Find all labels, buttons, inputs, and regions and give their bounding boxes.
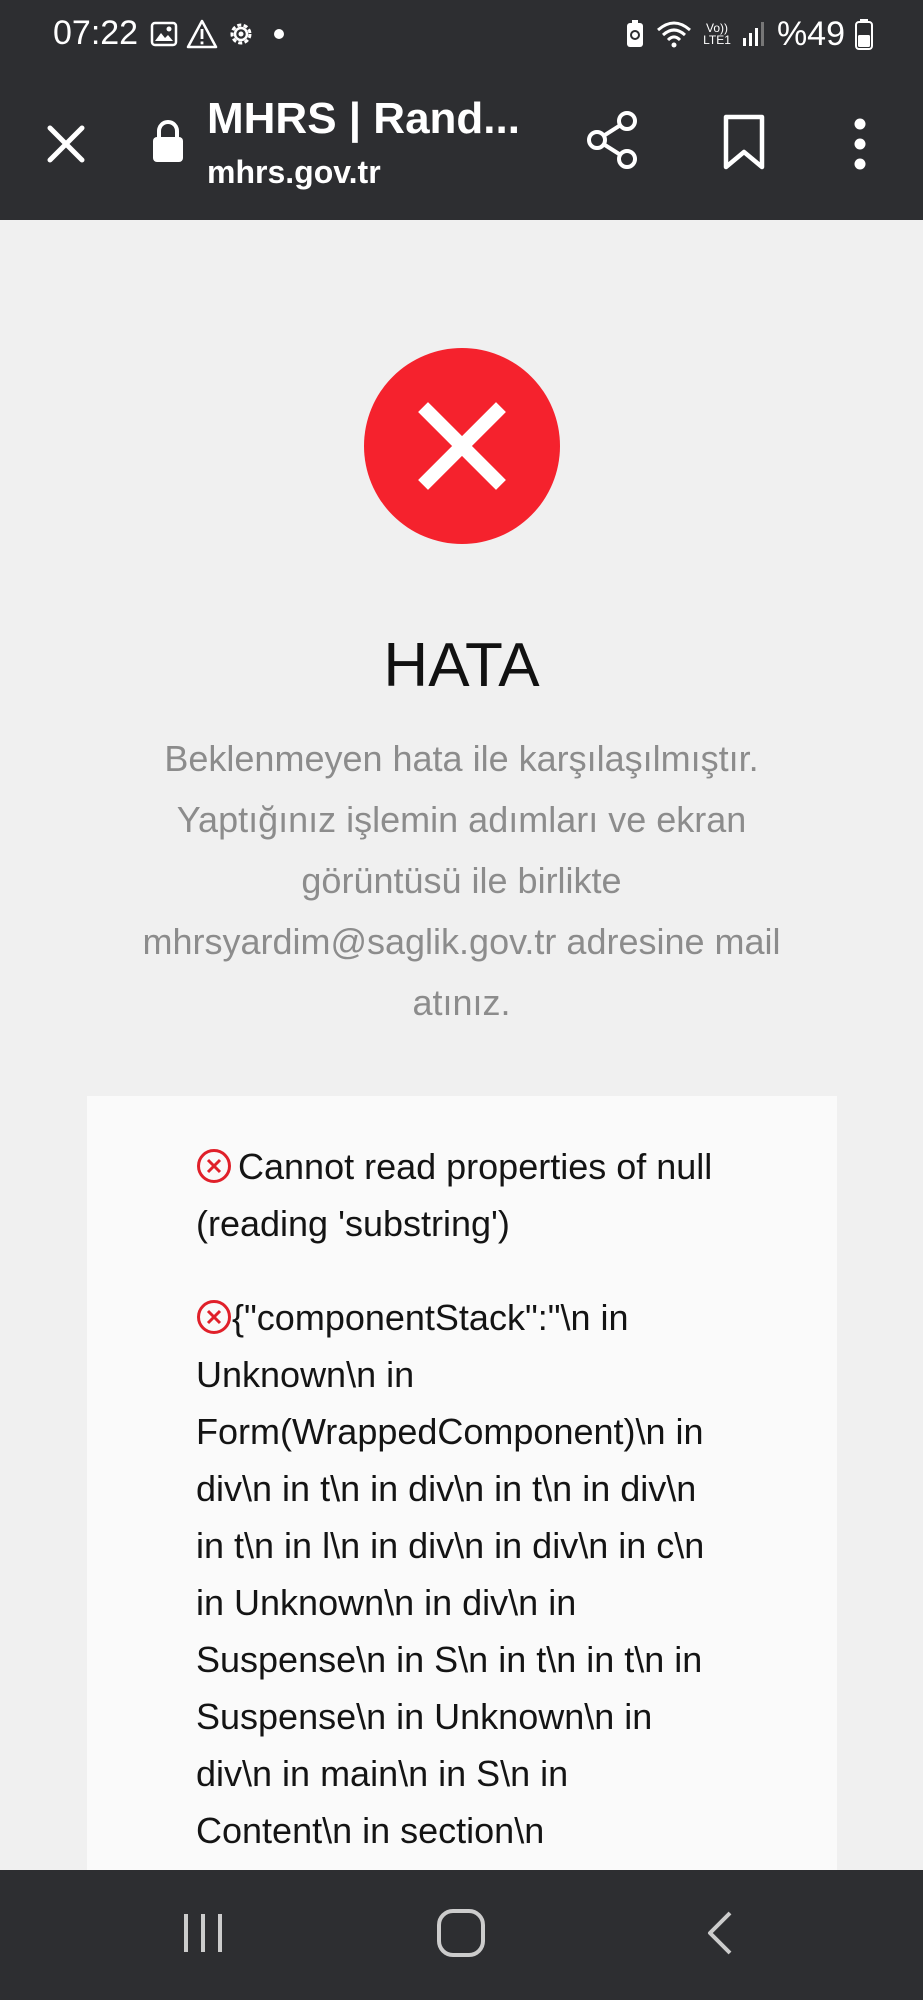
error-x-icon [197,1149,231,1183]
back-icon[interactable] [700,1908,740,1958]
wifi-icon [657,21,692,48]
page-title[interactable]: MHRS | Rand... [207,94,520,144]
error-detail-text: {"componentStack":"\n in Unknown\n in Fo… [196,1297,705,1851]
recents-icon[interactable] [180,1910,226,1956]
error-circle-icon [364,348,560,544]
error-message: Beklenmeyen hata ile karşılaşılmıştır. Y… [142,738,781,1023]
error-details-box: Cannot read properties of null (reading … [87,1096,837,1870]
close-icon[interactable] [42,120,90,168]
error-detail-text: Cannot read properties of null (reading … [196,1146,713,1244]
lte-label: LTE1 [703,33,731,47]
error-detail-item: Cannot read properties of null (reading … [196,1138,716,1252]
settings-icon [230,23,252,45]
lock-icon[interactable] [150,118,186,164]
dot-icon [274,29,284,39]
error-detail-item: {"componentStack":"\n in Unknown\n in Fo… [196,1289,716,1859]
battery-icon [855,19,873,50]
error-heading: HATA [383,631,540,700]
browser-toolbar: MHRS | Rand... mhrs.gov.tr [0,70,923,220]
battery-saver-icon [627,20,644,47]
system-nav-bar [0,1870,923,2000]
share-icon[interactable] [585,110,641,170]
warning-icon [186,19,218,49]
lte-indicator: Vo)) LTE1 [703,22,731,46]
page-url[interactable]: mhrs.gov.tr [207,154,381,191]
status-left-icons [150,16,284,52]
status-time: 07:22 [53,14,139,52]
status-bar: 07:22 Vo)) LTE1 %49 [0,0,923,70]
signal-icon [742,22,764,46]
battery-percent: %49 [776,14,845,53]
image-icon [150,21,178,47]
home-icon[interactable] [434,1906,488,1960]
error-x-icon [197,1300,231,1334]
bookmark-icon[interactable] [720,114,768,170]
more-icon[interactable] [846,116,874,172]
status-right-icons: Vo)) LTE1 %49 [625,14,873,54]
page-content[interactable]: HATA Beklenmeyen hata ile karşılaşılmışt… [0,220,923,1870]
